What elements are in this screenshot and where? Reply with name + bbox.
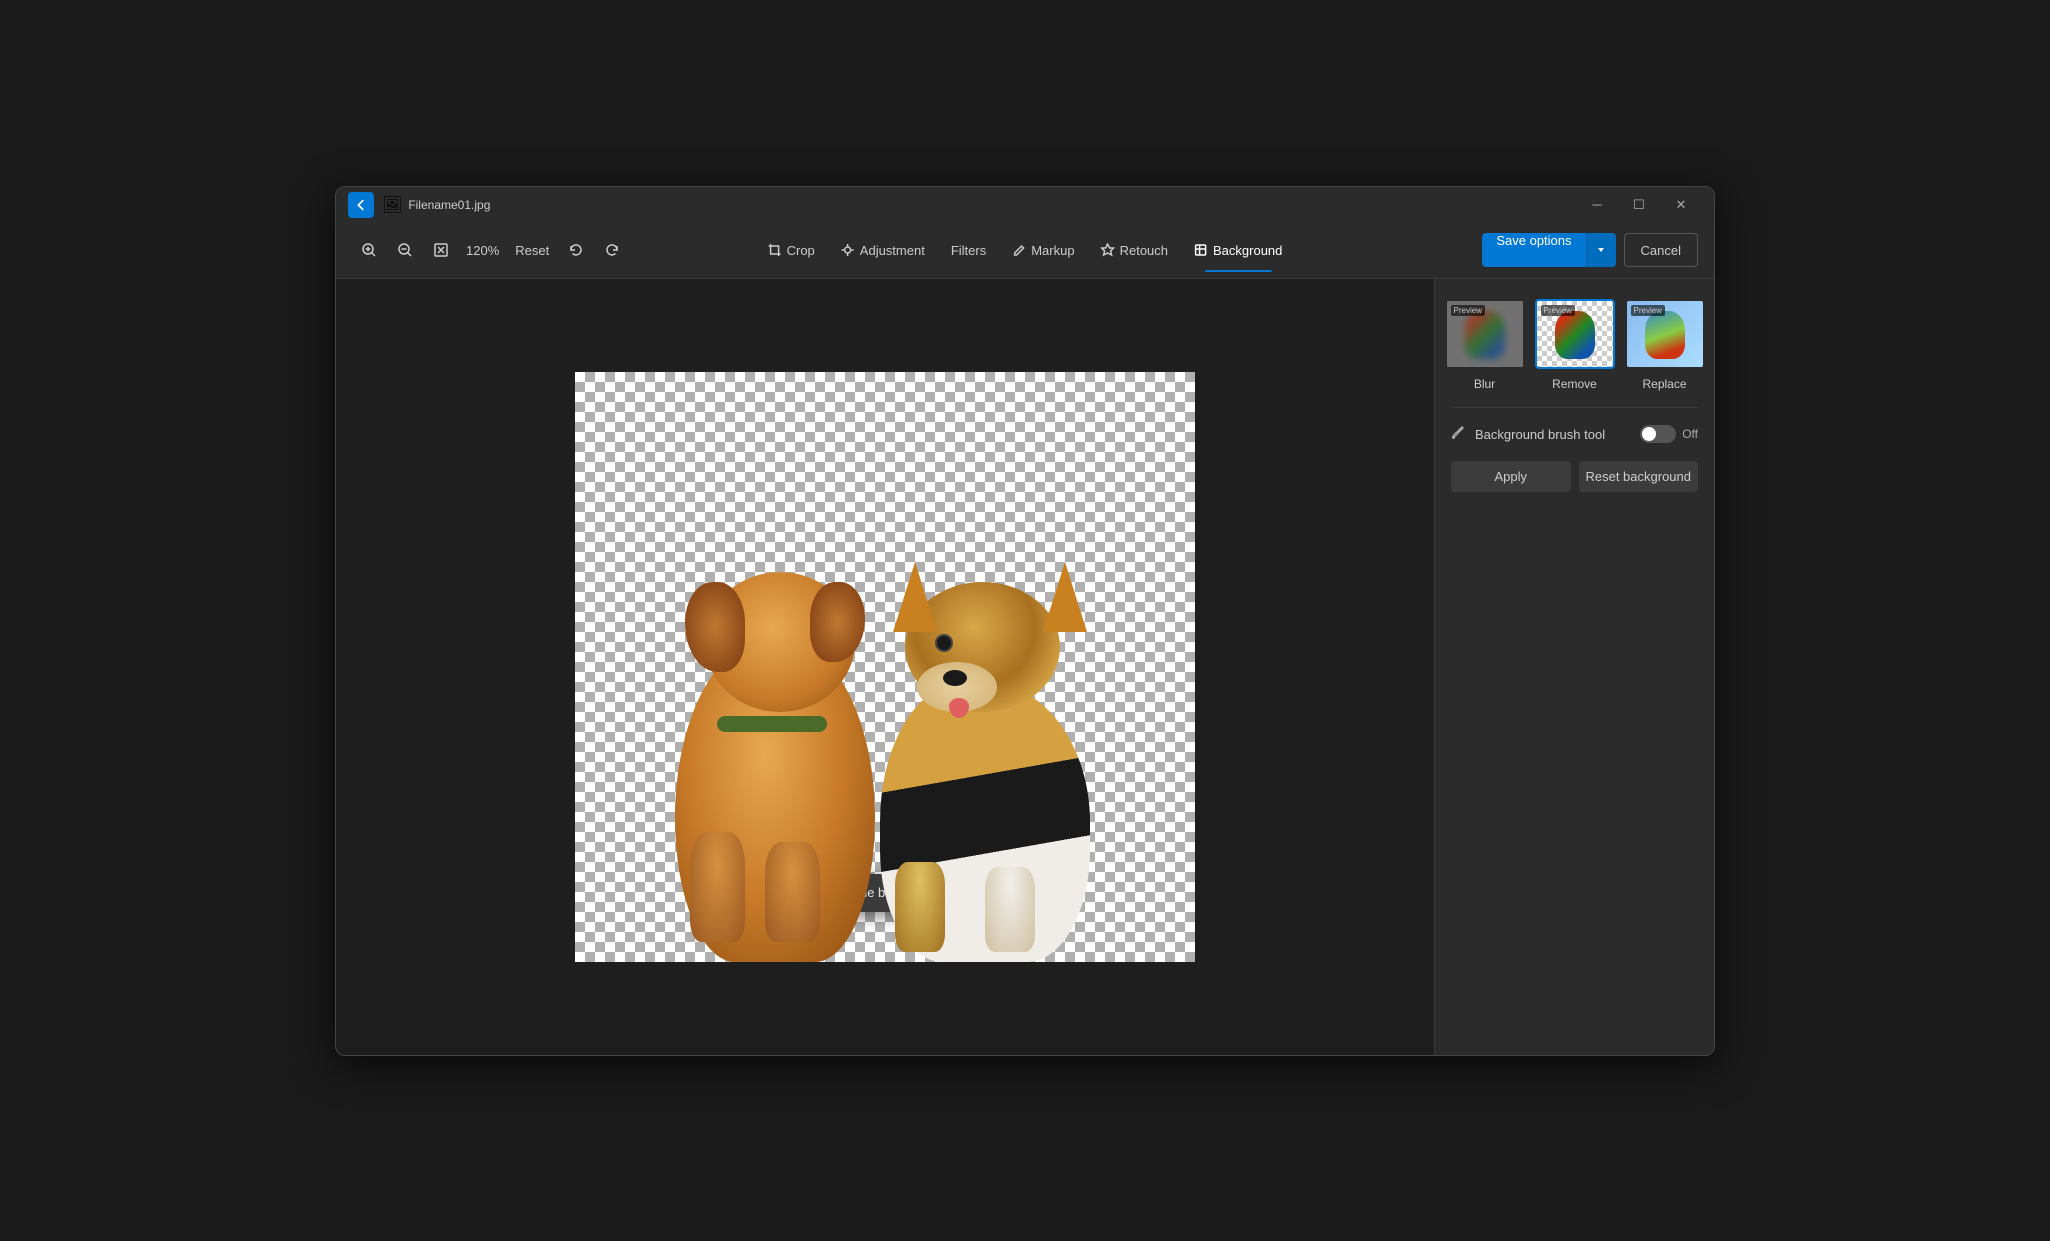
toolbar-center-nav: Crop Adjustment Filters Markup Retouch B… <box>756 237 1295 264</box>
cancel-button[interactable]: Cancel <box>1624 233 1698 267</box>
dog-left-ear-r <box>810 582 865 662</box>
save-options-dropdown-arrow[interactable] <box>1586 233 1616 267</box>
remove-preview-label: Preview <box>1541 305 1575 316</box>
background-label: Background <box>1213 243 1282 258</box>
puppies-container <box>575 372 1195 962</box>
window-controls: ─ ☐ ✕ <box>1576 189 1702 221</box>
remove-label: Remove <box>1552 377 1597 391</box>
dog-right-ear-r <box>1043 562 1087 632</box>
dog-left-collar <box>717 716 827 732</box>
toolbar: 120% Reset Crop Adjustment Filters <box>336 223 1714 279</box>
toggle-knob <box>1642 427 1656 441</box>
retouch-label: Retouch <box>1120 243 1168 258</box>
dog-left-leg-l <box>690 832 745 942</box>
apply-button[interactable]: Apply <box>1451 461 1571 492</box>
redo-button[interactable] <box>595 233 629 267</box>
markup-label: Markup <box>1031 243 1074 258</box>
main-area: ✓ We have removed the background of the … <box>336 279 1714 1055</box>
filters-label: Filters <box>951 243 986 258</box>
title-bar: 🖼 Filename01.jpg ─ ☐ ✕ <box>336 187 1714 223</box>
crop-label: Crop <box>787 243 815 258</box>
brush-tool-row: Background brush tool Off <box>1451 424 1698 445</box>
dog-right-tongue <box>949 698 969 718</box>
replace-option[interactable]: Preview Replace <box>1625 299 1705 391</box>
markup-tool-button[interactable]: Markup <box>1000 237 1086 264</box>
dog-right-leg-r <box>985 867 1035 952</box>
zoom-in-button[interactable] <box>352 233 386 267</box>
toggle-state-label: Off <box>1682 427 1698 441</box>
retouch-tool-button[interactable]: Retouch <box>1089 237 1180 264</box>
replace-preview-label: Preview <box>1631 305 1665 316</box>
right-panel: Preview Blur Preview Remove <box>1434 279 1714 1055</box>
background-tool-button[interactable]: Background <box>1182 237 1294 264</box>
canvas-area: ✓ We have removed the background of the … <box>336 279 1434 1055</box>
fit-button[interactable] <box>424 233 458 267</box>
panel-options: Preview Blur Preview Remove <box>1451 299 1698 391</box>
save-options-label[interactable]: Save options <box>1482 233 1585 267</box>
blur-label: Blur <box>1474 377 1495 391</box>
replace-label: Replace <box>1642 377 1686 391</box>
dog-right <box>865 562 1115 962</box>
minimize-button[interactable]: ─ <box>1576 189 1618 221</box>
remove-thumb: Preview <box>1535 299 1615 369</box>
blur-preview-label: Preview <box>1451 305 1485 316</box>
dog-right-eye <box>935 634 953 652</box>
zoom-out-button[interactable] <box>388 233 422 267</box>
close-button[interactable]: ✕ <box>1660 189 1702 221</box>
blur-thumb: Preview <box>1445 299 1525 369</box>
app-icon: 🖼 <box>382 195 402 215</box>
panel-divider <box>1451 407 1698 408</box>
window-title: Filename01.jpg <box>408 198 1576 212</box>
toolbar-right: Save options Cancel <box>1482 233 1698 267</box>
filters-tool-button[interactable]: Filters <box>939 237 998 264</box>
app-window: 🖼 Filename01.jpg ─ ☐ ✕ 120% Reset <box>335 186 1715 1056</box>
save-options-button[interactable]: Save options <box>1482 233 1615 267</box>
remove-option[interactable]: Preview Remove <box>1535 299 1615 391</box>
replace-thumb: Preview <box>1625 299 1705 369</box>
reset-button[interactable]: Reset <box>507 239 557 262</box>
dog-right-leg-l <box>895 862 945 952</box>
brush-toggle[interactable] <box>1640 425 1676 443</box>
image-canvas: ✓ We have removed the background of the … <box>575 372 1195 962</box>
brush-tool-label: Background brush tool <box>1475 427 1632 442</box>
reset-background-button[interactable]: Reset background <box>1579 461 1699 492</box>
panel-actions: Apply Reset background <box>1451 461 1698 492</box>
dog-right-nose <box>943 670 967 686</box>
back-button[interactable] <box>348 192 374 218</box>
maximize-button[interactable]: ☐ <box>1618 189 1660 221</box>
dog-right-ear-l <box>893 562 937 632</box>
brush-icon <box>1451 424 1467 445</box>
dog-left-ear-l <box>685 582 745 672</box>
adjustment-tool-button[interactable]: Adjustment <box>829 237 937 264</box>
zoom-level: 120% <box>460 243 505 258</box>
toolbar-left: 120% Reset <box>352 233 629 267</box>
toggle-row: Off <box>1640 425 1698 443</box>
undo-button[interactable] <box>559 233 593 267</box>
crop-tool-button[interactable]: Crop <box>756 237 827 264</box>
blur-option[interactable]: Preview Blur <box>1445 299 1525 391</box>
dog-left-leg-r <box>765 842 820 942</box>
adjustment-label: Adjustment <box>860 243 925 258</box>
